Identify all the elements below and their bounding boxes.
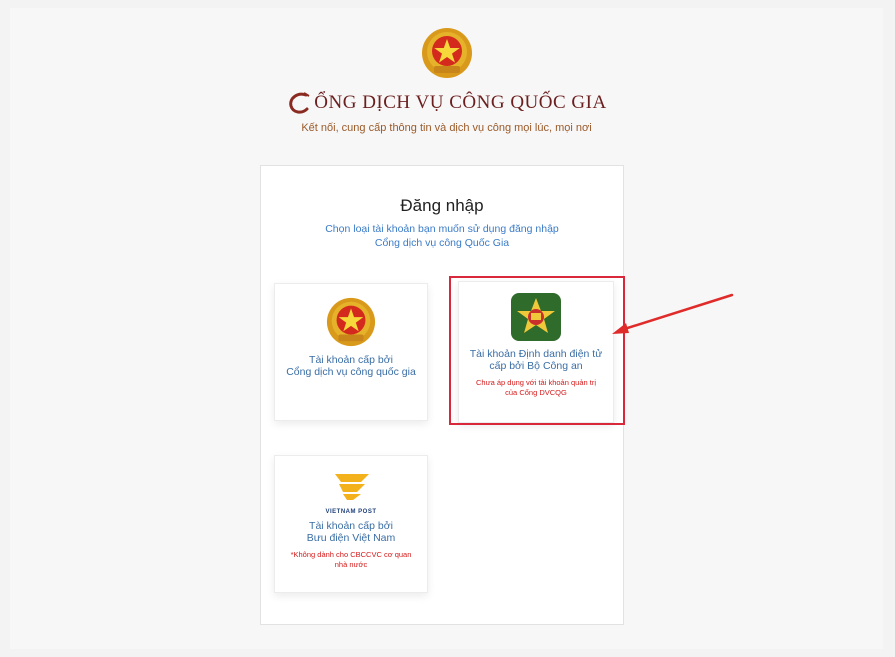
portal-tagline: Kết nối, cung cấp thông tin và dịch vụ c… [301, 122, 592, 134]
vietnam-post-logo-icon: VIETNAM POST [321, 472, 381, 515]
highlight-box [449, 276, 625, 425]
login-title: Đăng nhập [400, 196, 484, 215]
login-option-vietnam-post[interactable]: VIETNAM POST Tài khoản cấp bởi Bưu điện … [274, 455, 428, 593]
login-subtitle: Chọn loại tài khoản bạn muốn sử dụng đăn… [301, 222, 583, 250]
option-warning-note: *Không dành cho CBCCVC cơ quan nhà nước [275, 550, 427, 570]
option-label-line1: Tài khoản cấp bởi [309, 354, 393, 366]
portal-brand-title: ỔNG DỊCH VỤ CÔNG QUỐC GIA [10, 90, 883, 116]
national-emblem-icon [325, 296, 377, 348]
option-note-line2: nhà nước [334, 560, 368, 569]
option-label-line2: Cổng dịch vụ công quốc gia [286, 366, 416, 378]
login-subtitle-line1: Chọn loại tài khoản bạn muốn sử dụng đăn… [325, 223, 559, 235]
option-note-line1: *Không dành cho CBCCVC cơ quan [290, 550, 412, 559]
option-label: Tài khoản cấp bởi Bưu điện Việt Nam [275, 520, 427, 544]
login-card: Đăng nhập Chọn loại tài khoản bạn muốn s… [260, 165, 625, 625]
option-label-line1: Tài khoản cấp bởi [309, 520, 393, 532]
option-label-line2: Bưu điện Việt Nam [306, 532, 396, 544]
brand-c-logo-icon [289, 92, 310, 114]
login-option-national-portal[interactable]: Tài khoản cấp bởi Cổng dịch vụ công quốc… [274, 283, 428, 421]
page-background: ỔNG DỊCH VỤ CÔNG QUỐC GIA Kết nối, cung … [10, 8, 883, 649]
option-label: Tài khoản cấp bởi Cổng dịch vụ công quốc… [275, 354, 427, 378]
vietnam-post-logo-text: VIETNAM POST [325, 509, 377, 515]
brand-title-text: ỔNG DỊCH VỤ CÔNG QUỐC GIA [314, 92, 607, 113]
login-subtitle-line2: Cổng dịch vụ công Quốc Gia [374, 237, 510, 249]
red-arrow-annotation [612, 293, 734, 334]
national-emblem-icon [420, 26, 474, 80]
site-header: ỔNG DỊCH VỤ CÔNG QUỐC GIA Kết nối, cung … [10, 26, 883, 134]
